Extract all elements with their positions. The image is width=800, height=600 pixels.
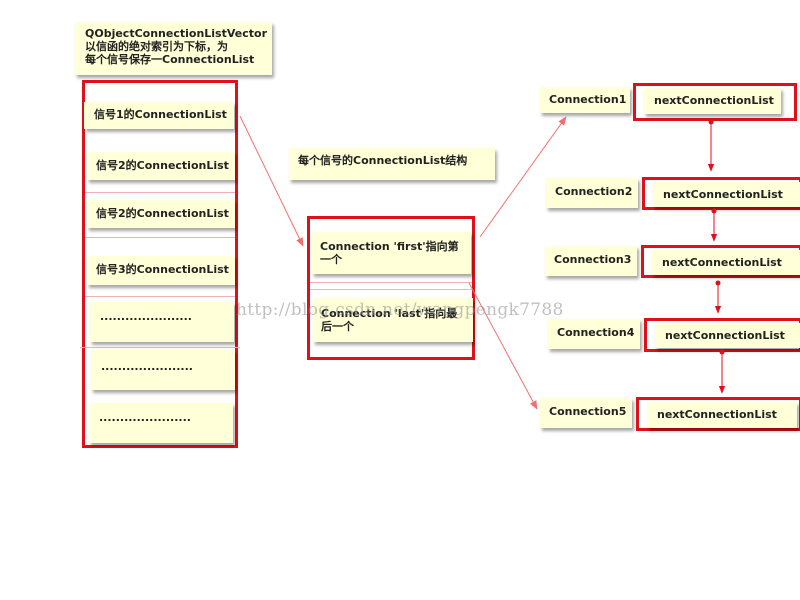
first-to-connection1-arrow bbox=[479, 116, 567, 238]
watermark: http://blog.csdn.net/wangpengk7788 bbox=[236, 300, 564, 320]
signal-to-structure-arrow bbox=[239, 115, 304, 247]
